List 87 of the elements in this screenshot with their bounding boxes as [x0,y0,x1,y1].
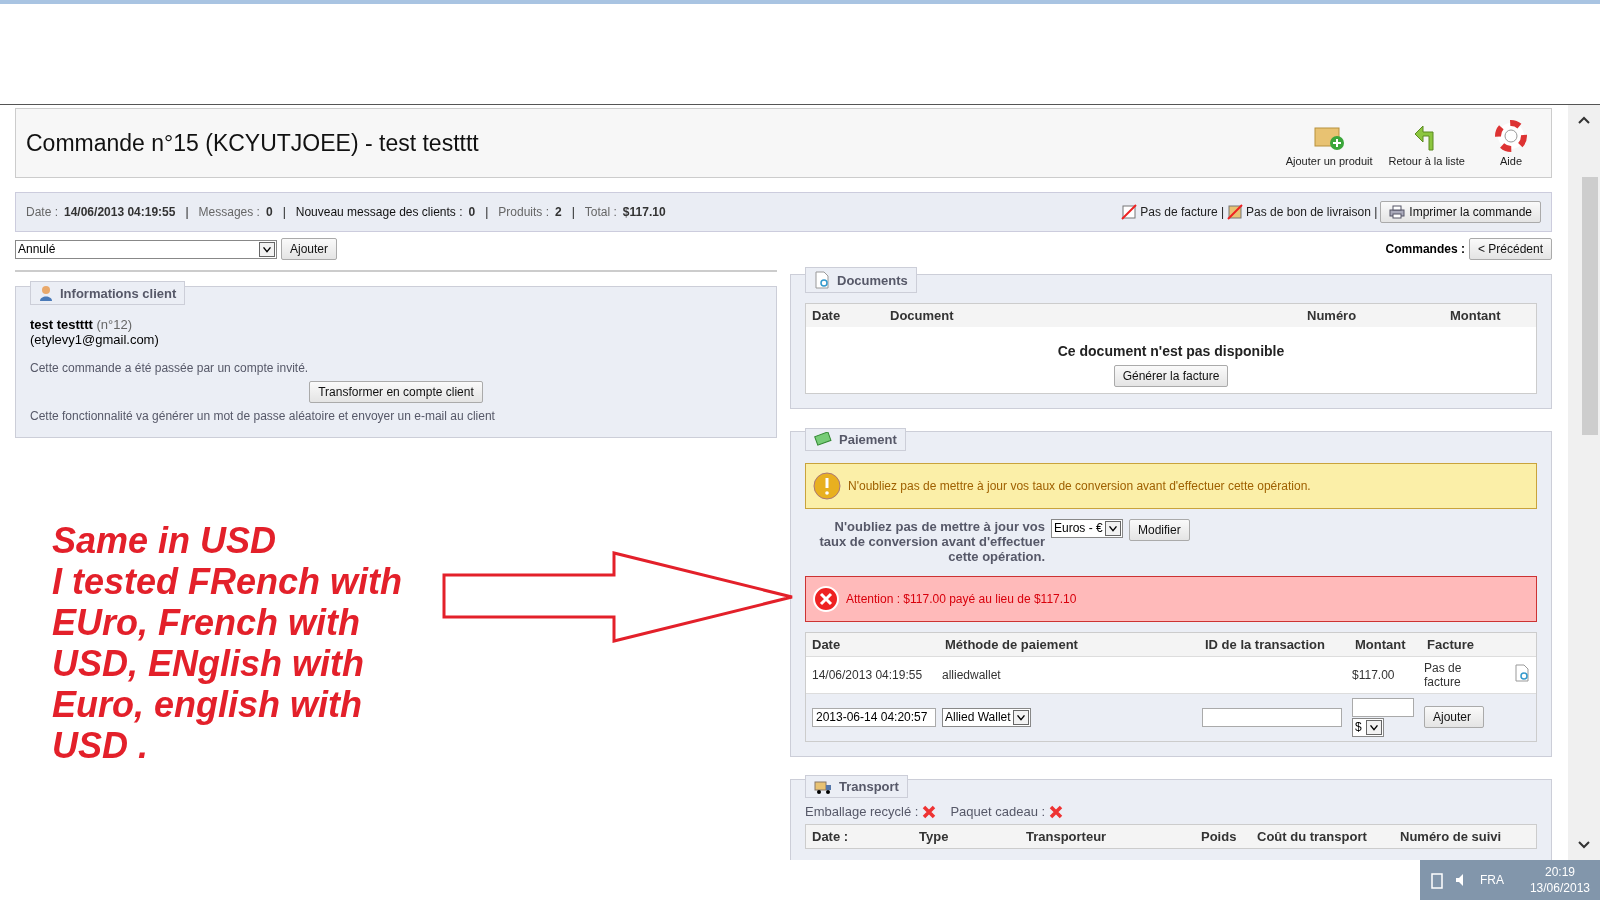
document-status: Pas de bon de livraison | [1246,205,1378,219]
panel-title: Documents [805,267,917,293]
amount-field[interactable] [1352,697,1414,717]
navigation-label: Commandes : [1385,242,1465,256]
summary-label: Produits : [498,205,550,219]
flag-label: Paquet cadeau : [950,804,1046,819]
separator-text: | [485,205,489,219]
status-select[interactable]: Annulé [15,239,277,259]
warning-text: N'oubliez pas de mettre à jour vos taux de conversion avant d'effectuer cette opération. [848,478,1311,493]
summary-label: Nouveau message des clients : [295,205,463,219]
toolbar-link[interactable]: Ajouter un produit [1285,121,1373,167]
guest-note: Cette commande a été passée par un compte invité. [30,361,310,375]
caret-icon [1105,520,1121,536]
summary-label: Total : [584,205,617,219]
column-header: Type [919,829,950,844]
person-icon [39,285,53,301]
transform-button[interactable]: Transformer en compte client [309,381,483,403]
panel-title: Paiement [805,427,906,451]
caret-icon [1366,719,1382,735]
table-cell-text: $117.00 [1352,667,1396,682]
summary-label: Date : [26,205,58,219]
previous-button[interactable]: < Précédent [1468,238,1552,260]
column-header: Méthode de paiement [945,636,1079,652]
column-header: Transporteur [1026,829,1108,844]
summary-value: 0 [468,205,476,219]
currency-select[interactable]: Euros - € [1051,518,1123,538]
warning-icon [812,470,842,501]
add-button[interactable]: Ajouter [281,238,338,260]
column-header: Poids [1201,829,1238,844]
error-icon [812,584,840,613]
scrollbar-thumb[interactable] [1582,177,1598,435]
column-header: Numéro [1307,308,1358,323]
lifebuoy-icon [1495,119,1527,152]
summary-value: 0 [265,205,273,219]
column-header: Document [890,308,955,323]
date-field[interactable]: 2013-06-14 04:20:57 [812,707,936,727]
annotation-text: Same in USD I tested FRench with EUro, French with USD, ENglish with Euro, english with USD . [52,520,403,766]
column-header: Numéro de suivi [1400,829,1503,844]
panel-title: Informations client [30,281,186,305]
summary-label: Messages : [198,205,260,219]
document-search-icon [814,271,830,289]
separator-text: | [185,205,189,219]
scroll-up-icon[interactable] [1577,115,1591,125]
summary-value: $117.10 [622,205,666,219]
table-cell-text: Pas de facture [1424,660,1463,689]
table-cell-text: 14/06/2013 04:19:55 [812,667,924,682]
toolbar-link[interactable]: Retour à la liste [1388,119,1465,167]
method-select[interactable]: Allied Wallet [942,707,1031,727]
info-note: Cette fonctionnalité va générer un mot de passe aléatoire et envoyer un e-mail au client [30,409,496,423]
truck-icon [814,779,832,794]
panel-title: Transport [805,775,908,798]
column-header: Montant [1355,636,1407,652]
conversion-label: N'oubliez pas de mettre à jour vos taux de conversion avant d'effectuer cette opération. [818,518,1045,564]
transaction-field[interactable] [1202,707,1342,727]
banknote-icon [814,432,832,446]
printer-icon [1389,205,1406,219]
client-name: test testttt (n°12) [30,317,133,332]
modify-button[interactable]: Modifier [1129,518,1190,541]
document-status: Pas de facture | [1140,205,1225,219]
column-header: Date [812,308,842,323]
battery-icon[interactable] [1430,871,1444,889]
column-header: Montant [1450,308,1502,323]
column-header: Date : [812,829,850,844]
column-header: Coût du transport [1257,829,1368,844]
currency-select[interactable]: $ [1352,717,1384,737]
caret-icon [1013,709,1029,725]
scroll-down-icon[interactable] [1577,840,1591,850]
flag-label: Emballage recyclé : [805,804,919,819]
page-title: Commande n°15 (KCYUTJOEE) - test testttt [26,129,479,157]
print-button[interactable]: Imprimer la commande [1380,201,1541,223]
column-header: ID de la transaction [1205,636,1326,652]
caret-icon [259,241,275,257]
empty-message: Ce document n'est pas disponible [1056,342,1286,359]
column-header: Date [812,636,842,652]
generate-invoice-button[interactable]: Générer la facture [1113,365,1229,387]
separator-text: | [571,205,575,219]
column-header: Facture [1427,636,1475,652]
error-text: Attention : $117.00 payé au lieu de $117.10 [846,591,1077,606]
client-email: (etylevy1@gmail.com) [30,332,160,347]
summary-value: 14/06/2013 04:19:55 [64,205,176,219]
toolbar-link[interactable]: Aide [1481,119,1541,167]
add-payment-button[interactable]: Ajouter [1424,706,1484,728]
separator-text: | [282,205,286,219]
summary-value: 2 [555,205,562,219]
table-cell-text: alliedwallet [942,667,1002,682]
document-search-icon [1514,664,1530,682]
crossed-document-icon [1121,204,1138,220]
